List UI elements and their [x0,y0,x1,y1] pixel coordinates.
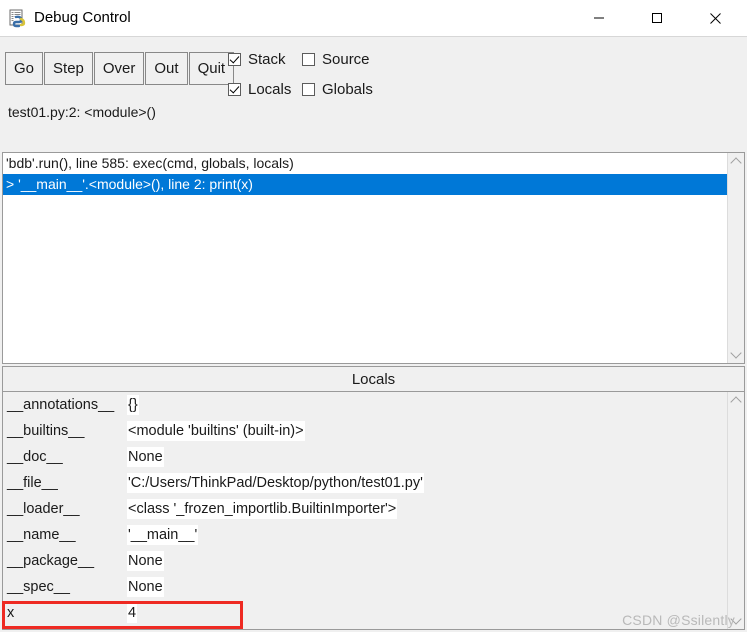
checkbox-locals-label: Locals [248,80,292,98]
stack-row-selected[interactable]: > '__main__'.<module>(), line 2: print(x… [3,174,727,195]
checkbox-globals-label: Globals [322,80,373,98]
locals-row[interactable]: __builtins__ <module 'builtins' (built-i… [3,418,727,444]
stack-row[interactable]: 'bdb'.run(), line 585: exec(cmd, globals… [3,153,727,174]
scroll-up-icon[interactable] [728,392,744,409]
minimize-icon [594,17,604,19]
scroll-up-icon[interactable] [728,153,744,170]
locals-row[interactable]: __loader__ <class '_frozen_importlib.Bui… [3,496,727,522]
locals-panel: __annotations__ {} __builtins__ <module … [2,392,745,630]
maximize-icon [652,13,662,23]
locals-row-x[interactable]: x 4 [3,600,727,626]
checkbox-checked-icon [228,82,241,96]
locals-row-value: '__main__' [127,525,199,545]
locals-row-value: 'C:/Users/ThinkPad/Desktop/python/test01… [127,473,424,493]
view-options: Stack Source Locals Globals [228,44,478,104]
locals-row[interactable]: __file__ 'C:/Users/ThinkPad/Desktop/pyth… [3,470,727,496]
locals-row[interactable]: __doc__ None [3,444,727,470]
locals-row-value: <module 'builtins' (built-in)> [127,421,305,441]
locals-row-value: None [127,551,164,571]
locals-row-name: __package__ [7,553,95,569]
locals-row-name: __doc__ [7,449,63,465]
out-button[interactable]: Out [145,52,188,85]
locals-row-name: __annotations__ [7,397,115,413]
checkbox-source[interactable]: Source [302,51,370,68]
locals-scrollbar[interactable] [727,392,744,629]
close-icon [709,12,721,24]
python-idle-icon [8,8,28,28]
locals-row[interactable]: __spec__ None [3,574,727,600]
locals-row[interactable]: __annotations__ {} [3,392,727,418]
locals-list[interactable]: __annotations__ {} __builtins__ <module … [3,392,727,629]
maximize-button[interactable] [634,0,680,36]
stack-scrollbar[interactable] [727,153,744,363]
locals-row-name: __file__ [7,475,58,491]
checkbox-unchecked-icon [302,82,315,96]
scroll-down-icon[interactable] [728,346,744,363]
stack-list[interactable]: 'bdb'.run(), line 585: exec(cmd, globals… [3,153,727,363]
window-title: Debug Control [34,9,131,26]
locals-row-value: 4 [127,603,138,623]
locals-row-value: <class '_frozen_importlib.BuiltinImporte… [127,499,398,519]
step-button[interactable]: Step [44,52,93,85]
locals-row[interactable]: __package__ None [3,548,727,574]
checkbox-source-label: Source [322,50,370,68]
toolbar: Go Step Over Out Quit Stack Source Local… [0,37,747,99]
locals-row-name: __name__ [7,527,76,543]
minimize-button[interactable] [576,0,622,36]
locals-header: Locals [2,366,745,392]
checkbox-locals[interactable]: Locals [228,81,302,98]
title-bar: Debug Control [0,0,747,37]
watermark: CSDN @Ssilently [622,612,735,628]
debug-button-group: Go Step Over Out Quit [5,52,235,85]
stack-panel: 'bdb'.run(), line 585: exec(cmd, globals… [2,152,745,364]
locals-row-value: None [127,577,164,597]
debug-control-window: Debug Control Go Step Over Out Quit Stac… [0,0,747,632]
checkbox-stack-label: Stack [248,50,286,68]
locals-row-name: __builtins__ [7,423,85,439]
current-location-label: test01.py:2: <module>() [8,104,156,120]
checkbox-globals[interactable]: Globals [302,81,373,98]
locals-row[interactable]: __name__ '__main__' [3,522,727,548]
locals-row-name: __spec__ [7,579,70,595]
close-button[interactable] [692,0,738,36]
over-button[interactable]: Over [93,52,145,85]
checkbox-stack[interactable]: Stack [228,51,302,68]
locals-row-name: x [7,605,15,621]
checkbox-unchecked-icon [302,52,315,66]
go-button[interactable]: Go [5,52,44,85]
locals-row-value: None [127,447,164,467]
locals-row-name: __loader__ [7,501,80,517]
checkbox-checked-icon [228,52,241,66]
locals-row-value: {} [127,395,139,415]
